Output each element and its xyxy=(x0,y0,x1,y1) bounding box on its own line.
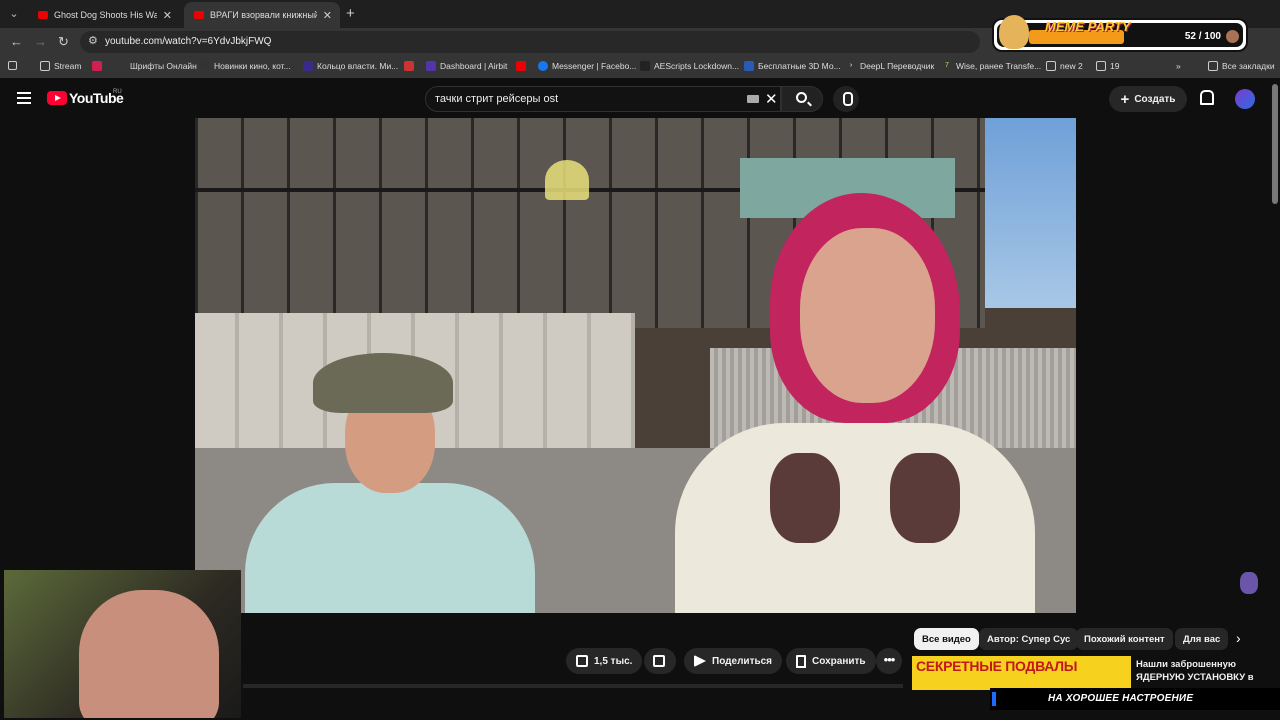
new-tab-icon[interactable]: + xyxy=(346,5,355,22)
back-arrow-icon[interactable]: ← xyxy=(10,34,23,49)
keyboard-icon[interactable] xyxy=(747,95,759,103)
page-scrollbar[interactable] xyxy=(1272,84,1278,204)
folder-icon xyxy=(1096,61,1106,71)
deepl-icon: › xyxy=(849,62,853,69)
youtube-favicon-icon xyxy=(194,11,204,19)
aescripts-icon xyxy=(640,61,650,71)
youtube-bookmark-icon xyxy=(516,61,526,71)
related-video-title[interactable]: Нашли заброшенную ЯДЕРНУЮ УСТАНОВКУ в xyxy=(1136,658,1256,684)
ticker-text: НА ХОРОШЕЕ НАСТРОЕНИЕ xyxy=(1048,693,1194,704)
stream-ticker: НА ХОРОШЕЕ НАСТРОЕНИЕ xyxy=(990,688,1280,710)
save-button[interactable]: Сохранить xyxy=(786,648,876,674)
coin-icon xyxy=(1226,30,1239,43)
like-button[interactable]: 1,5 тыс. xyxy=(566,648,643,674)
bookmark-item[interactable]: 19 xyxy=(1096,61,1119,71)
bookmark-item[interactable]: Stream xyxy=(40,61,81,71)
doge-icon xyxy=(999,15,1029,49)
tab-search-dropdown-icon[interactable]: ⌄ xyxy=(4,4,24,24)
all-bookmarks[interactable]: Все закладки xyxy=(1208,61,1275,71)
clear-search-icon[interactable]: ✕ xyxy=(765,90,778,108)
plus-icon: + xyxy=(1120,90,1130,108)
bookmark-item[interactable]: Кольцо власти. Ми... xyxy=(303,61,398,71)
chip-for-you[interactable]: Для вас xyxy=(1175,628,1229,650)
tab-close-icon[interactable]: ✕ xyxy=(163,9,172,22)
description-box-edge xyxy=(243,684,903,688)
facebook-icon xyxy=(538,61,548,71)
wise-icon: 7 xyxy=(945,62,949,69)
sticker-icon xyxy=(1240,572,1258,594)
bookmarks-overflow-icon[interactable]: » xyxy=(1176,61,1181,71)
tab-title: ВРАГИ взорвали книжный Ры xyxy=(210,10,317,20)
bookmark-item[interactable]: new 2 xyxy=(1046,61,1083,71)
chip-author[interactable]: Автор: Супер Сус xyxy=(979,628,1079,650)
dislike-button[interactable] xyxy=(644,648,676,674)
apps-grid-icon[interactable] xyxy=(8,61,21,70)
hamburger-menu-icon[interactable] xyxy=(17,92,31,104)
thumbs-up-icon xyxy=(576,655,588,667)
search-input[interactable]: тачки стрит рейсеры ost ✕ xyxy=(425,86,781,112)
meme-count: 52 / 100 xyxy=(1184,31,1221,42)
lamp-shade xyxy=(545,160,589,200)
thumbs-down-icon xyxy=(653,655,665,667)
person-right xyxy=(675,193,1035,613)
bookmark-item[interactable]: Новинки кино, кот... xyxy=(200,61,291,71)
url-text: youtube.com/watch?v=6YdvJbkjFWQ xyxy=(105,36,272,47)
chip-all-videos[interactable]: Все видео xyxy=(914,628,979,650)
3d-icon xyxy=(744,61,754,71)
voice-search-mic-icon[interactable] xyxy=(833,86,859,112)
airbit-icon xyxy=(426,61,436,71)
chip-related[interactable]: Похожий контент xyxy=(1076,628,1173,650)
bookmark-item[interactable]: Messenger | Facebo... xyxy=(538,61,636,71)
folder-icon xyxy=(40,61,50,71)
account-avatar[interactable] xyxy=(1235,89,1255,109)
bookmark-item[interactable]: › DeepL Переводчик xyxy=(846,61,934,71)
folder-icon xyxy=(1208,61,1218,71)
tab-close-icon[interactable]: ✕ xyxy=(323,9,332,22)
meme-party-widget: MEME PARTY 52 / 100 xyxy=(992,15,1248,52)
search-icon xyxy=(796,92,807,103)
bookmark-item[interactable]: Dashboard | Airbit xyxy=(426,61,507,71)
video-player[interactable] xyxy=(195,118,1076,613)
bookmark-item[interactable] xyxy=(92,61,106,71)
browser-tab[interactable]: Ghost Dog Shoots His Way Thr ✕ xyxy=(28,2,180,28)
site-info-icon[interactable]: ⚙ xyxy=(88,34,98,47)
reload-icon[interactable]: ↻ xyxy=(58,34,69,50)
bookmark-icon xyxy=(796,654,806,668)
forward-arrow-icon[interactable]: → xyxy=(34,34,47,49)
gmail-icon xyxy=(404,61,414,71)
folder-icon xyxy=(1046,61,1056,71)
bookmark-item[interactable]: Шрифты Онлайн xyxy=(116,61,197,71)
bookmarks-bar: Stream Шрифты Онлайн Новинки кино, кот..… xyxy=(0,56,1280,78)
youtube-favicon-icon xyxy=(38,11,48,19)
font-icon xyxy=(92,61,102,71)
share-button[interactable]: Поделиться xyxy=(684,648,783,674)
bookmark-item[interactable]: Бесплатные 3D Мо... xyxy=(744,61,841,71)
ring-icon xyxy=(303,61,313,71)
related-video-thumbnail[interactable]: СЕКРЕТНЫЕ ПОДВАЛЫ xyxy=(912,656,1131,690)
streamer-webcam xyxy=(4,570,241,718)
search-query-text: тачки стрит рейсеры ost xyxy=(435,93,559,105)
thumbnail-caption: СЕКРЕТНЫЕ ПОДВАЛЫ xyxy=(916,658,1078,674)
meme-party-title: MEME PARTY xyxy=(1045,19,1131,34)
search-button[interactable] xyxy=(781,86,823,112)
bookmark-item[interactable]: AEScripts Lockdown... xyxy=(640,61,739,71)
person-left xyxy=(225,353,535,613)
url-field[interactable]: ⚙ youtube.com/watch?v=6YdvJbkjFWQ xyxy=(80,31,980,53)
region-code: RU xyxy=(113,89,122,95)
youtube-header: YouTube RU тачки стрит рейсеры ost ✕ + Со… xyxy=(0,78,1280,120)
youtube-logo-icon[interactable] xyxy=(47,91,67,105)
notifications-bell-icon[interactable] xyxy=(1197,89,1214,105)
browser-tab-active[interactable]: ВРАГИ взорвали книжный Ры ✕ xyxy=(184,2,340,28)
bookmark-item[interactable]: 7 Wise, ранее Transfe... xyxy=(942,61,1041,71)
share-icon xyxy=(694,655,706,667)
more-actions-icon[interactable]: ••• xyxy=(876,648,902,674)
bookmark-item[interactable] xyxy=(404,61,418,71)
chevron-right-icon[interactable]: › xyxy=(1236,630,1241,646)
film-icon xyxy=(200,61,210,71)
font-icon xyxy=(116,61,126,71)
tab-title: Ghost Dog Shoots His Way Thr xyxy=(54,10,157,20)
create-button[interactable]: + Создать xyxy=(1109,86,1187,112)
bookmark-item[interactable] xyxy=(516,61,530,71)
